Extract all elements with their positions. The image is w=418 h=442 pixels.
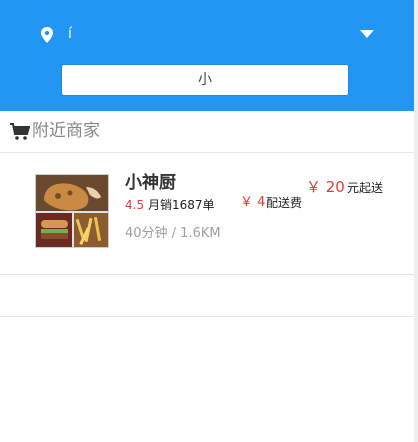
shop-name[interactable]: 小神厨	[125, 172, 176, 194]
monthly-sales: 月销1687单	[148, 198, 215, 212]
shop-thumbnail[interactable]	[35, 174, 109, 248]
minimum-order-label: 元起送	[347, 181, 384, 195]
minimum-order-amount: ￥ 20	[306, 178, 345, 196]
food-image	[36, 175, 108, 247]
caret-down-icon[interactable]	[360, 29, 374, 39]
location-text[interactable]: í	[68, 24, 72, 44]
list-spacer-row	[0, 275, 414, 317]
top-header: í 小	[0, 0, 414, 111]
shop-list-item[interactable]: 小神厨 4.5 月销1687单 ￥ 20 元起送 ￥ 4 配送费 40分钟 / …	[0, 153, 414, 275]
cart-icon	[10, 123, 30, 140]
shop-rating: 4.5	[125, 198, 145, 212]
location-pin-icon[interactable]	[40, 27, 54, 43]
section-title: 附近商家	[32, 121, 100, 141]
search-input[interactable]: 小	[61, 64, 349, 96]
shop-time-distance: 40分钟 / 1.6KM	[125, 226, 221, 241]
delivery-fee-amount: ￥ 4	[240, 195, 266, 210]
nearby-shops-header: 附近商家	[0, 111, 414, 153]
scrollbar-track[interactable]	[414, 0, 418, 442]
app-page: í 小 附近商家 小神厨 4.5 月销1687单 ￥ 20 元起送 ￥ 4 配送…	[0, 0, 418, 442]
delivery-fee-label: 配送费	[266, 196, 303, 210]
